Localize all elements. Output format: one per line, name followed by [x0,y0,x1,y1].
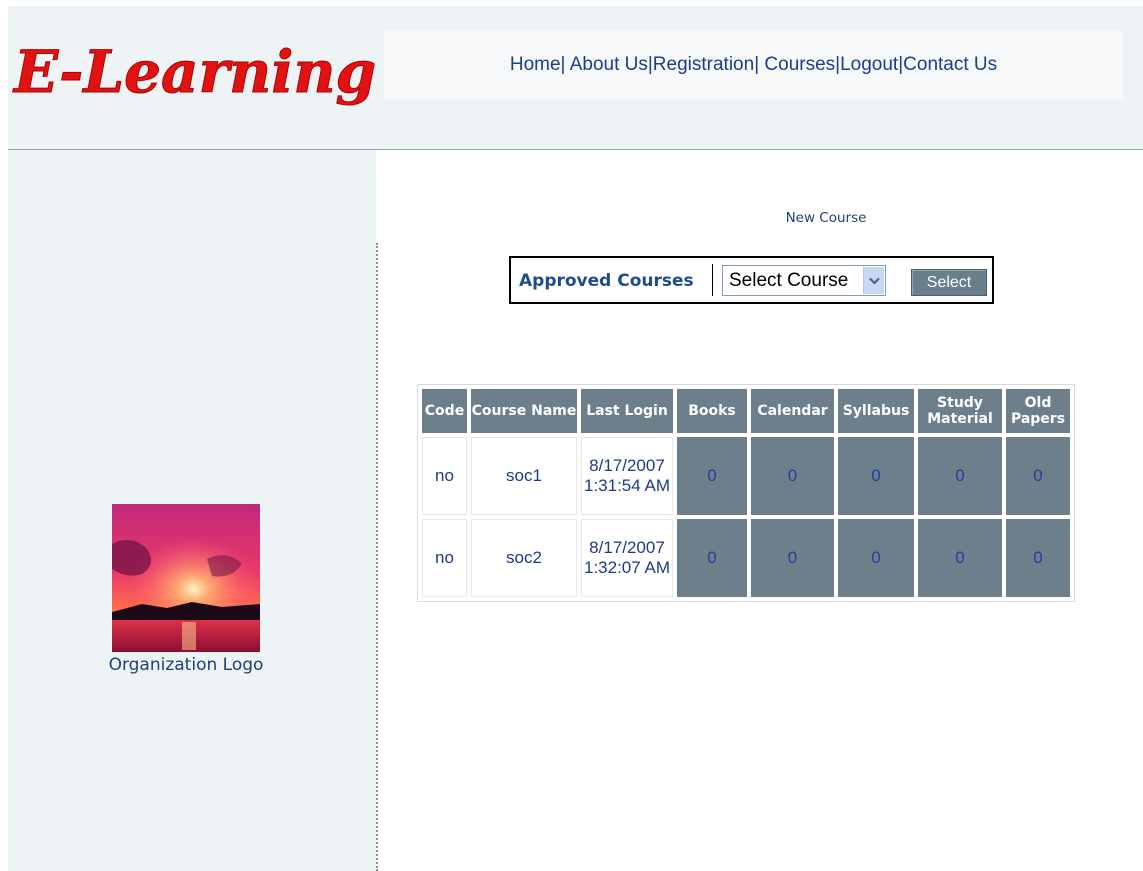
sunset-image [112,504,260,652]
nav-home-link[interactable]: Home [510,54,561,75]
nav-separator: | [560,54,566,75]
nav-logout-link[interactable]: Logout [840,54,898,75]
nav-registration-link[interactable]: Registration [653,54,754,75]
cell-calendar[interactable]: 0 [751,519,834,597]
nav-about-link[interactable]: About Us [570,54,648,75]
new-course-link[interactable]: New Course [770,210,882,226]
cell-study-material[interactable]: 0 [918,437,1002,515]
left-sidebar: Organization Logo [8,150,376,871]
cell-old-papers[interactable]: 0 [1006,437,1070,515]
top-navigation: Home| About Us|Registration| Courses|Log… [384,30,1123,100]
course-select-dropdown[interactable]: Select Course [722,265,886,296]
cell-course-name[interactable]: soc2 [471,519,577,597]
brand-logo-graphic: E-Learning [12,38,377,107]
column-header-old-papers: Old Papers [1006,389,1070,433]
course-select-value: Select Course [729,270,849,291]
nav-courses-link[interactable]: Courses [764,54,835,75]
organization-logo-label: Organization Logo [108,655,264,675]
organization-logo-image [112,504,260,652]
nav-contact-link[interactable]: Contact Us [903,54,997,75]
cell-syllabus[interactable]: 0 [838,519,914,597]
approved-courses-panel: Approved Courses Select Course Select [509,256,994,304]
nav-separator: | [754,54,760,75]
panel-divider [712,264,713,296]
cell-syllabus[interactable]: 0 [838,437,914,515]
table-row: no soc2 8/17/2007 1:32:07 AM 0 0 0 0 0 [422,519,1070,597]
cell-study-material[interactable]: 0 [918,519,1002,597]
brand-title: E-Learning [12,38,376,106]
cell-code: no [422,519,467,597]
table-row: no soc1 8/17/2007 1:31:54 AM 0 0 0 0 0 [422,437,1070,515]
cell-old-papers[interactable]: 0 [1006,519,1070,597]
table-header-row: Code Course Name Last Login Books Calend… [422,389,1070,433]
column-header-last-login: Last Login [581,389,673,433]
brand-logo[interactable]: E-Learning [12,24,382,114]
cell-last-login: 8/17/2007 1:31:54 AM [581,437,673,515]
column-header-study-material: Study Material [918,389,1002,433]
select-button[interactable]: Select [911,269,987,296]
cell-course-name[interactable]: soc1 [471,437,577,515]
cell-calendar[interactable]: 0 [751,437,834,515]
cell-code: no [422,437,467,515]
column-header-code: Code [422,389,467,433]
column-header-books: Books [677,389,747,433]
approved-courses-label: Approved Courses [519,271,694,291]
cell-last-login: 8/17/2007 1:32:07 AM [581,519,673,597]
column-header-calendar: Calendar [751,389,834,433]
chevron-down-icon[interactable] [863,267,884,294]
courses-table: Code Course Name Last Login Books Calend… [417,384,1075,602]
sidebar-divider [376,243,378,871]
cell-books[interactable]: 0 [677,437,747,515]
cell-books[interactable]: 0 [677,519,747,597]
column-header-course-name: Course Name [471,389,577,433]
column-header-syllabus: Syllabus [838,389,914,433]
page-header: E-Learning Home| About Us|Registration| … [8,6,1143,150]
